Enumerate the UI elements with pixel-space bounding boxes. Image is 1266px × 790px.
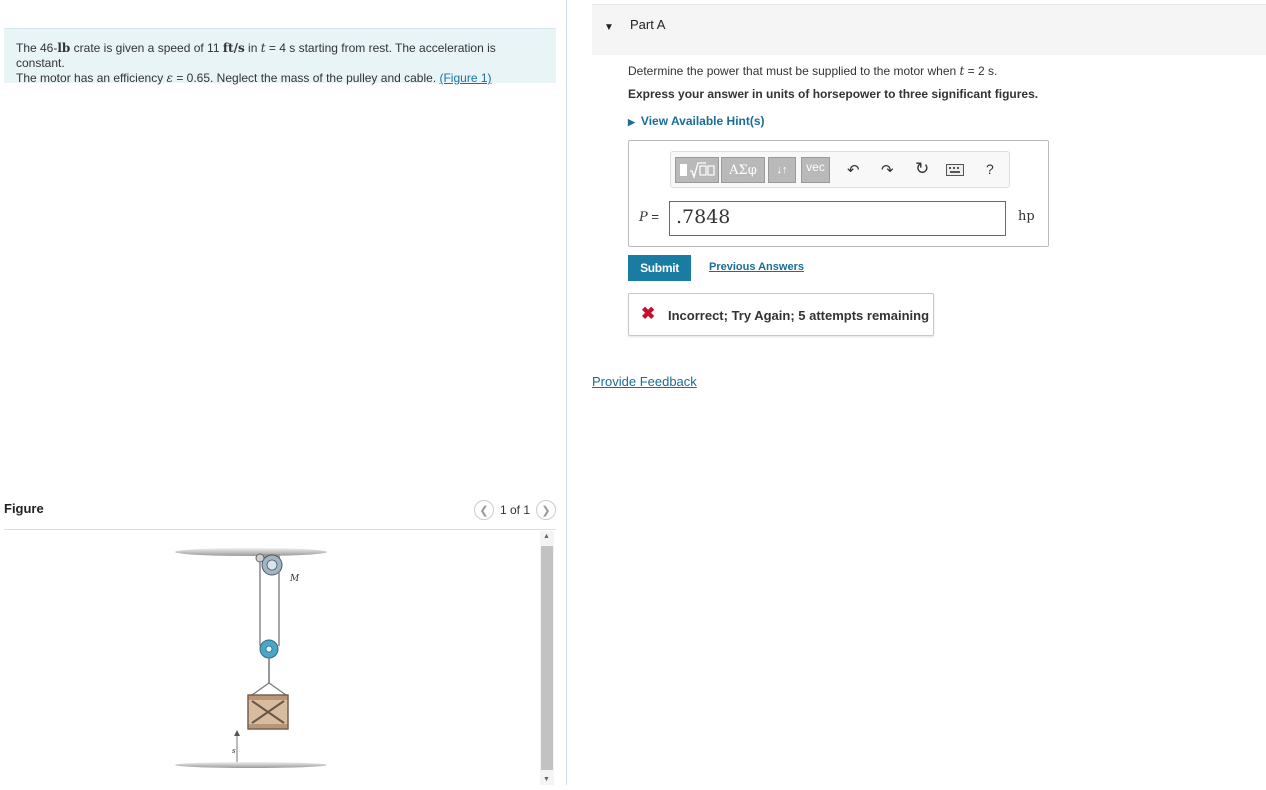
motor-label: M [289,574,300,584]
scroll-thumb[interactable] [541,546,553,770]
feedback-message: ✖ Incorrect; Try Again; 5 attempts remai… [628,293,934,336]
problem-line-1: The 46-lb crate is given a speed of 11 f… [16,41,496,70]
chevron-right-icon: ❯ [541,504,551,517]
problem-statement: The 46-lb crate is given a speed of 11 f… [4,28,556,85]
collapse-triangle-icon[interactable]: ▼ [604,22,614,33]
pulley-crate-diagram: M s [175,548,327,768]
caret-right-icon: ▶ [628,117,635,127]
part-title: Part A [630,17,666,32]
submit-button[interactable]: Submit [628,255,691,281]
keyboard-icon[interactable] [946,163,964,180]
scroll-down-icon[interactable]: ▼ [543,776,550,783]
error-x-icon: ✖ [641,304,656,323]
answer-variable-label: P = [639,209,659,225]
redo-icon[interactable]: ↷ [881,161,894,179]
template-button[interactable] [675,157,719,183]
figure-scrollbar[interactable]: ▲ ▼ [540,531,554,785]
fraction-root-icon [680,162,715,179]
figure-page-count: 1 of 1 [499,503,530,517]
question-text: Determine the power that must be supplie… [628,64,998,78]
ceiling-shape [175,548,327,556]
figure-link[interactable]: (Figure 1) [439,71,491,85]
figure-title: Figure [4,501,44,516]
answer-box: ΑΣφ ↓↑ vec ↶ ↷ ↻ ? P = .7848 hp [628,140,1049,247]
math-toolbar: ΑΣφ ↓↑ vec ↶ ↷ ↻ ? [670,151,1010,188]
undo-icon[interactable]: ↶ [847,161,860,179]
part-header[interactable]: ▼ Part A [592,4,1266,55]
next-figure-button[interactable]: ❯ [536,500,556,520]
answer-input[interactable]: .7848 [669,201,1006,236]
subscript-button[interactable]: ↓↑ [768,157,796,183]
previous-answers-link[interactable]: Previous Answers [709,261,804,273]
chevron-left-icon: ❮ [479,504,489,517]
answer-unit: hp [1018,209,1035,224]
floor-shape [175,762,327,768]
help-icon[interactable]: ? [986,161,994,177]
vector-button[interactable]: vec [801,157,830,183]
figure-header: Figure ❮ 1 of 1 ❯ [4,498,556,530]
prev-figure-button[interactable]: ❮ [473,500,494,520]
provide-feedback-link[interactable]: Provide Feedback [592,374,697,389]
height-label: s [232,747,236,755]
question-pane: ▼ Part A Determine the power that must b… [568,0,1266,785]
scroll-up-icon[interactable]: ▲ [543,533,550,540]
figure-pager: ❮ 1 of 1 ❯ [473,500,556,520]
reset-icon[interactable]: ↻ [915,159,929,179]
answer-instruction: Express your answer in units of horsepow… [628,87,1039,101]
view-hints-link[interactable]: ▶ View Available Hint(s) [628,114,765,128]
problem-line-2: The motor has an efficiency ε = 0.65. Ne… [16,71,492,85]
crate-shape [247,694,289,730]
greek-symbols-button[interactable]: ΑΣφ [721,157,765,183]
problem-pane: The 46-lb crate is given a speed of 11 f… [0,0,567,785]
feedback-text: Incorrect; Try Again; 5 attempts remaini… [668,308,930,323]
figure-image: M s [4,531,540,785]
